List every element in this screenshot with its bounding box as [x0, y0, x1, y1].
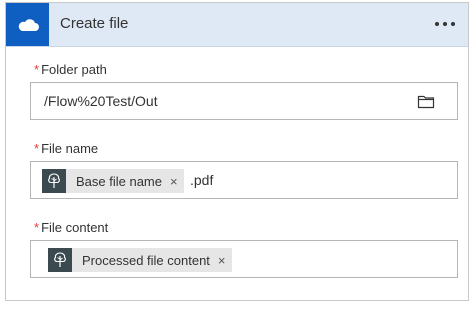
required-marker: *	[34, 220, 40, 235]
remove-token-icon[interactable]: ×	[170, 174, 184, 189]
token-label: Base file name	[76, 173, 162, 189]
file-name-label: * File name	[34, 141, 98, 156]
more-options-icon[interactable]	[430, 9, 460, 39]
create-file-action-card: Create file * Folder path /Flow%20Test/Ou…	[5, 2, 469, 301]
folder-path-value: /Flow%20Test/Out	[44, 93, 158, 109]
action-header[interactable]: Create file	[6, 3, 468, 47]
base-file-name-token[interactable]: Base file name ×	[42, 169, 184, 193]
folder-icon[interactable]	[417, 93, 435, 109]
folder-path-label-text: Folder path	[41, 62, 107, 77]
token-label: Processed file content	[82, 252, 210, 268]
file-content-label: * File content	[34, 220, 108, 235]
required-marker: *	[34, 141, 40, 156]
file-content-label-text: File content	[41, 220, 109, 235]
file-name-label-text: File name	[41, 141, 99, 156]
file-extension-text: .pdf	[190, 172, 214, 188]
tree-icon	[48, 248, 72, 272]
file-name-input[interactable]: Base file name × .pdf	[30, 161, 458, 199]
onedrive-cloud-icon	[6, 3, 49, 46]
file-content-input[interactable]: Processed file content ×	[30, 240, 458, 278]
remove-token-icon[interactable]: ×	[218, 253, 232, 268]
action-title: Create file	[60, 15, 129, 32]
processed-file-content-token[interactable]: Processed file content ×	[48, 248, 232, 272]
folder-path-input[interactable]: /Flow%20Test/Out	[30, 82, 458, 120]
tree-icon	[42, 169, 66, 193]
folder-path-label: * Folder path	[34, 62, 107, 77]
required-marker: *	[34, 62, 40, 77]
